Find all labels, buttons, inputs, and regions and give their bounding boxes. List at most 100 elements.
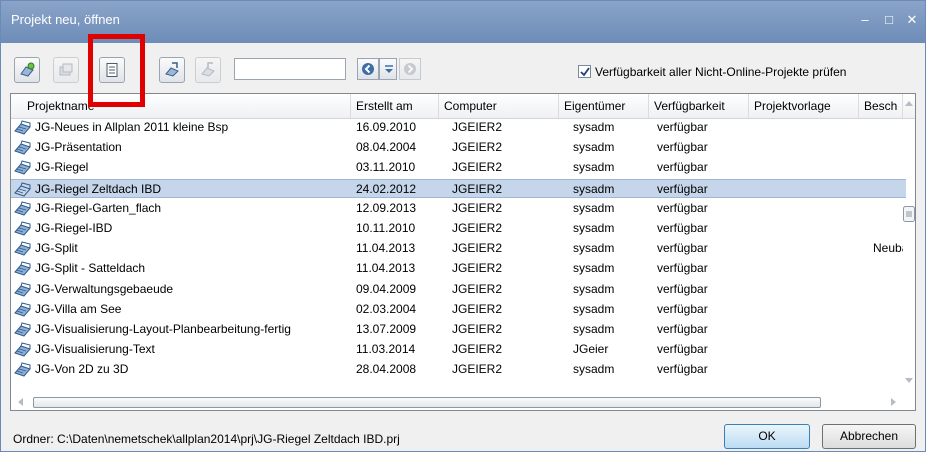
scroll-down-icon[interactable] (905, 378, 913, 384)
cell-availability: verfügbar (657, 160, 708, 175)
horizontal-scroll-thumb[interactable] (33, 397, 821, 408)
column-header-computer[interactable]: Computer (439, 94, 559, 118)
table-row[interactable]: JG-Riegel 03.11.2010 JGEIER2 sysadm verfügba… (11, 158, 906, 177)
column-header-created[interactable]: Erstellt am (351, 94, 439, 118)
table-row[interactable]: JG-Riegel-IBD 10.11.2010 JGEIER2 sysadm verf… (11, 219, 906, 238)
project-icon (14, 140, 31, 155)
import-icon (165, 62, 179, 77)
project-icon (14, 322, 31, 337)
properties-button[interactable] (99, 57, 125, 83)
new-project-button[interactable] (14, 57, 40, 83)
cell-created: 03.11.2010 (356, 160, 416, 175)
cell-created: 11.04.2013 (356, 261, 416, 276)
list-header: Projektname Erstellt am Computer Eigentü… (11, 94, 915, 119)
cell-template (754, 180, 858, 199)
cell-created: 11.03.2014 (356, 342, 416, 357)
maximize-icon[interactable]: □ (880, 11, 898, 29)
table-row[interactable]: JG-Visualisierung-Text 11.03.2014 JGEIER2 J… (11, 340, 906, 359)
cell-availability: verfügbar (657, 362, 708, 377)
cell-project-name: JG-Split (35, 241, 78, 256)
project-icon (14, 302, 31, 317)
project-dialog: Projekt neu, öffnen – □ ✕ Verfügbarkeit … (0, 0, 926, 452)
cell-template (754, 360, 858, 379)
cell-computer: JGEIER2 (452, 281, 503, 296)
cell-description (873, 280, 903, 299)
cell-owner: sysadm (573, 322, 615, 336)
column-header-template[interactable]: Projektvorlage (749, 94, 859, 118)
cell-project-name: JG-Riegel-Garten_flach (35, 200, 162, 215)
cell-template (754, 320, 858, 339)
search-previous-icon (362, 63, 374, 75)
ok-button[interactable]: OK (724, 424, 810, 449)
cell-project-name: JG-Präsentation (35, 140, 122, 155)
cell-template (754, 138, 858, 157)
table-row[interactable]: JG-Split - Satteldach 11.04.2013 JGEIER2 sy… (11, 259, 906, 278)
project-icon (14, 201, 31, 216)
copy-project-button[interactable] (53, 57, 79, 83)
cell-description: Neuba (873, 241, 903, 256)
table-row[interactable]: JG-Visualisierung-Layout-Planbearbeitung… (11, 320, 906, 339)
table-row[interactable]: JG-Präsentation 08.04.2004 JGEIER2 sysadm ve… (11, 138, 906, 157)
cell-description (873, 320, 903, 339)
scroll-thumb-icon[interactable] (903, 206, 915, 222)
new-project-icon (20, 62, 35, 77)
cancel-button[interactable]: Abbrechen (822, 424, 916, 449)
close-icon[interactable]: ✕ (903, 11, 921, 29)
vertical-scrollbar[interactable] (903, 94, 915, 410)
cell-availability: verfügbar (657, 342, 708, 357)
cell-project-name: JG-Visualisierung-Text (35, 342, 155, 357)
cell-owner: sysadm (573, 221, 615, 235)
cell-created: 13.07.2009 (356, 322, 417, 336)
cell-owner: sysadm (573, 200, 615, 215)
cell-description (873, 199, 903, 218)
folder-path: Ordner: C:\Daten\nemetschek\allplan2014\… (13, 432, 400, 446)
scroll-up-icon[interactable] (905, 100, 913, 106)
cell-owner: sysadm (573, 301, 615, 316)
table-row[interactable]: JG-Riegel Zeltdach IBD 24.02.2012 JGEIER2 s… (11, 178, 906, 199)
table-row[interactable]: JG-Villa am See 02.03.2004 JGEIER2 sysadm ve… (11, 300, 906, 319)
cell-availability: verfügbar (657, 241, 708, 256)
cell-description (873, 259, 903, 278)
project-icon (14, 160, 31, 175)
search-dropdown-button[interactable] (379, 58, 397, 80)
cell-project-name: JG-Visualisierung-Layout-Planbearbeitung… (35, 322, 291, 336)
cell-availability: verfügbar (657, 221, 708, 235)
export-button[interactable] (195, 57, 221, 83)
horizontal-scrollbar[interactable] (11, 392, 903, 410)
search-previous-button[interactable] (357, 58, 379, 80)
table-row[interactable]: JG-Von 2D zu 3D 28.04.2008 JGEIER2 sysadm ve… (11, 360, 906, 379)
column-header-owner[interactable]: Eigentümer (559, 94, 649, 118)
project-icon (14, 342, 31, 357)
search-input[interactable] (234, 58, 346, 80)
column-header-description[interactable]: Besch (859, 94, 903, 118)
cell-description (873, 180, 903, 199)
cell-computer: JGEIER2 (452, 342, 503, 357)
column-header-name[interactable]: Projektname (11, 94, 351, 118)
cell-template (754, 280, 858, 299)
project-icon (14, 261, 31, 276)
column-header-availability[interactable]: Verfügbarkeit (649, 94, 749, 118)
cell-project-name: JG-Riegel Zeltdach IBD (35, 181, 162, 196)
search-next-button[interactable] (399, 58, 421, 80)
title-bar[interactable]: Projekt neu, öffnen – □ ✕ (1, 1, 925, 43)
table-row[interactable]: JG-Verwaltungsgebaeude 09.04.2009 JGEIER2 s… (11, 280, 906, 299)
project-icon (14, 120, 31, 135)
cell-computer: JGEIER2 (452, 301, 503, 316)
table-row[interactable]: JG-Neues in Allplan 2011 kleine Bsp 16.09… (11, 118, 906, 137)
cell-computer: JGEIER2 (452, 140, 503, 155)
cell-template (754, 340, 858, 359)
table-row[interactable]: JG-Riegel-Garten_flach 12.09.2013 JGEIER2 s… (11, 199, 906, 218)
cell-description (873, 118, 903, 137)
cell-availability: verfügbar (657, 120, 708, 134)
cell-owner: sysadm (573, 181, 615, 196)
search-next-icon (404, 63, 416, 75)
table-row[interactable]: JG-Split 11.04.2013 JGEIER2 sysadm verfügbar… (11, 239, 906, 258)
cell-created: 08.04.2004 (356, 140, 417, 155)
scroll-right-icon[interactable] (891, 398, 897, 406)
project-list[interactable]: Projektname Erstellt am Computer Eigentü… (10, 93, 916, 411)
minimize-icon[interactable]: – (856, 11, 874, 29)
scroll-left-icon[interactable] (17, 398, 23, 406)
availability-checkbox[interactable] (578, 65, 591, 78)
cell-created: 09.04.2009 (356, 281, 417, 296)
import-button[interactable] (159, 57, 185, 83)
